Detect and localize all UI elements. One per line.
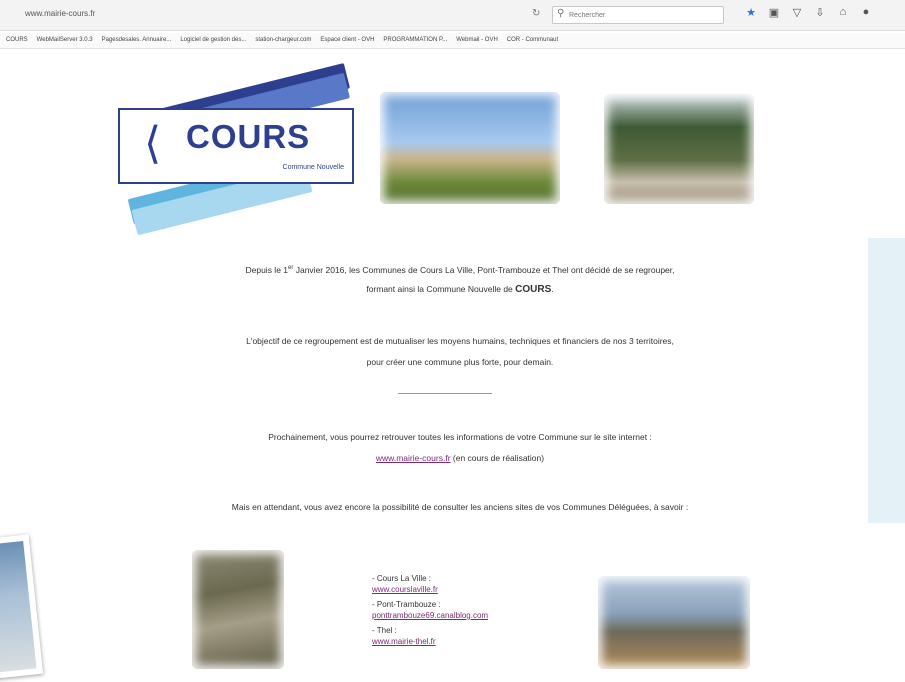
toolbar-icons: ★ ▣ ▽ ⇩ ⌂ ● <box>745 6 872 19</box>
intro-paragraph: Depuis le 1er Janvier 2016, les Communes… <box>120 262 800 296</box>
home-icon[interactable]: ⌂ <box>837 6 849 19</box>
logo-subtitle: Commune Nouvelle <box>282 164 344 171</box>
bookmark-item[interactable]: Pagesdesales. Annuaire... <box>102 33 172 48</box>
list-item: - Cours La Ville : www.courslaville.fr <box>372 574 438 594</box>
pocket-icon[interactable]: ▽ <box>791 6 803 19</box>
bookmark-item[interactable]: Webmail - OVH <box>456 33 498 48</box>
divider <box>398 393 492 394</box>
intro-line-2: formant ainsi la Commune Nouvelle de COU… <box>366 283 554 295</box>
search-box[interactable]: ⚲ <box>552 6 724 24</box>
side-panel <box>868 238 905 523</box>
objective-paragraph: L'objectif de ce regroupement est de mut… <box>246 336 674 367</box>
town-hall-gate-photo <box>604 94 754 204</box>
village-church-photo <box>598 576 750 669</box>
bookmark-item[interactable]: Espace client - OVH <box>320 33 374 48</box>
announcement-paragraph: Prochainement, vous pourrez retrouver to… <box>268 432 652 463</box>
bookmark-item[interactable]: Logiciel de gestion des... <box>180 33 246 48</box>
main-site-link[interactable]: www.mairie-cours.fr <box>376 453 451 463</box>
download-icon[interactable]: ⇩ <box>814 6 826 19</box>
reload-icon[interactable]: ↻ <box>532 8 540 19</box>
bookmark-item[interactable]: PROGRAMMATION P... <box>383 33 447 48</box>
chevron-left-icon: ⟨ <box>144 119 162 168</box>
bookmark-item[interactable]: COR - Communaut <box>507 33 558 48</box>
village-landscape-photo <box>380 92 560 204</box>
commune-link[interactable]: www.mairie-thel.fr <box>372 637 436 646</box>
overlay-photo <box>0 534 44 682</box>
intro-line-1: Depuis le 1er Janvier 2016, les Communes… <box>245 264 675 275</box>
logo-title: COURS <box>186 118 311 155</box>
address-bar[interactable]: www.mairie-cours.fr <box>25 9 95 18</box>
commune-link[interactable]: www.courslaville.fr <box>372 585 438 594</box>
communes-list: - Cours La Ville : www.courslaville.fr -… <box>372 573 488 651</box>
chat-icon[interactable]: ● <box>860 6 872 19</box>
logo-box: ⟨ COURS Commune Nouvelle <box>118 108 354 184</box>
bookmark-item[interactable]: WebMailServer 3.0.3 <box>37 33 93 48</box>
search-icon: ⚲ <box>557 8 565 19</box>
aerial-town-photo <box>192 550 284 669</box>
list-item: - Thel : www.mairie-thel.fr <box>372 626 436 646</box>
search-input[interactable] <box>569 9 719 21</box>
cours-logo: ⟨ COURS Commune Nouvelle <box>118 62 358 236</box>
reading-list-icon[interactable]: ▣ <box>768 6 780 19</box>
meanwhile-text: Mais en attendant, vous avez encore la p… <box>231 502 689 512</box>
commune-link[interactable]: ponttrambouze69.canalblog.com <box>372 611 488 620</box>
browser-toolbar: www.mairie-cours.fr ↻ ⚲ ★ ▣ ▽ ⇩ ⌂ ● <box>0 0 905 31</box>
overlay-photo-image <box>0 541 37 675</box>
bookmark-star-icon[interactable]: ★ <box>745 6 757 19</box>
bookmark-item[interactable]: COURS <box>6 33 28 48</box>
bookmark-item[interactable]: station-chargeur.com <box>255 33 311 48</box>
list-item: - Pont-Trambouze : ponttrambouze69.canal… <box>372 600 489 620</box>
bookmarks-bar: COURS WebMailServer 3.0.3 Pagesdesales. … <box>0 33 905 49</box>
